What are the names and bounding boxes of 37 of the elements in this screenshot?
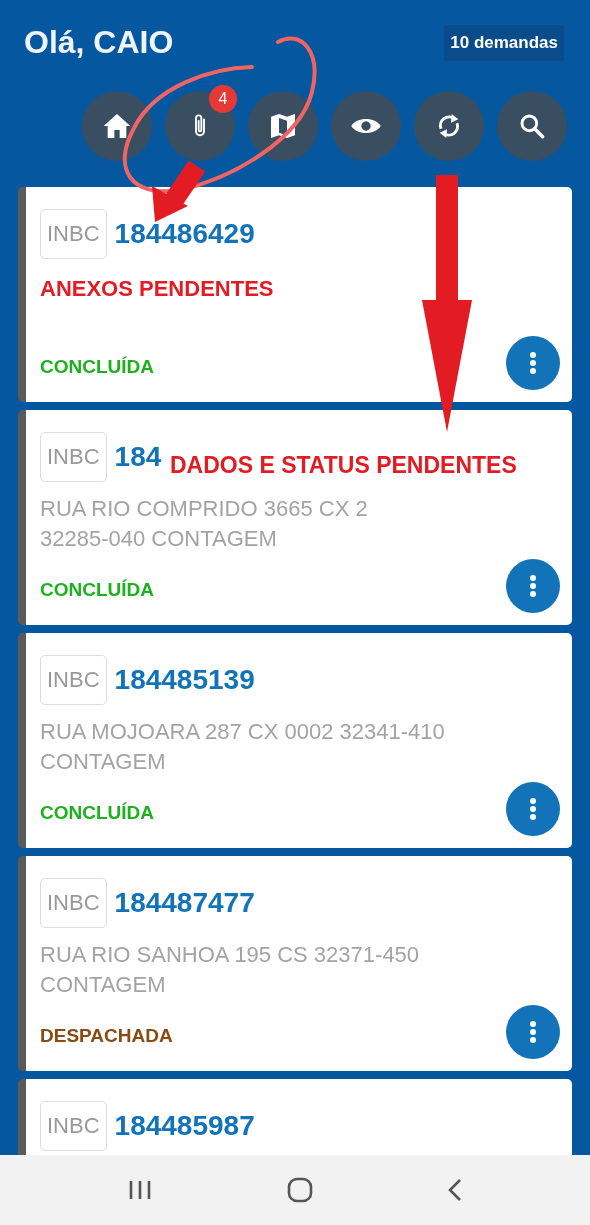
address-text: RUA RIO COMPRIDO 3665 CX 2 32285-040 CONTAGEM bbox=[40, 495, 369, 553]
map-button[interactable] bbox=[248, 91, 318, 161]
more-button[interactable] bbox=[506, 559, 560, 613]
back-icon[interactable] bbox=[447, 1178, 463, 1202]
order-card[interactable]: INBC 184485987 bbox=[18, 1079, 572, 1155]
type-tag: INBC bbox=[40, 209, 107, 259]
more-button[interactable] bbox=[506, 1005, 560, 1059]
count-badge: 4 bbox=[209, 85, 237, 113]
type-tag: INBC bbox=[40, 878, 107, 928]
address-text: RUA RIO SANHOA 195 CS 32371-450 CONTAGEM bbox=[40, 941, 421, 999]
order-card[interactable]: INBC 184485139 RUA MOJOARA 287 CX 0002 32341-410 CONTAGEM CONCLUÍDA bbox=[18, 633, 572, 848]
address-text: RUA MOJOARA 287 CX 0002 32341-410 CONTAGEM bbox=[40, 718, 446, 776]
order-number: 184485139 bbox=[114, 664, 255, 696]
greeting-title: Olá, CAIO bbox=[24, 24, 174, 61]
more-icon bbox=[529, 797, 537, 821]
more-icon bbox=[529, 574, 537, 598]
more-button[interactable] bbox=[506, 782, 560, 836]
arrow bbox=[152, 160, 206, 222]
type-tag: INBC bbox=[40, 1101, 107, 1151]
type-tag: INBC bbox=[40, 432, 107, 482]
order-number: 184486429 bbox=[114, 218, 255, 250]
status-label: CONCLUÍDA bbox=[40, 579, 154, 601]
more-icon bbox=[529, 1020, 537, 1044]
more-icon bbox=[529, 351, 537, 375]
status-label: CONCLUÍDA bbox=[40, 356, 154, 378]
demand-count-badge: 10 demandas bbox=[444, 24, 564, 61]
order-number: 184487477 bbox=[114, 887, 255, 919]
type-tag: INBC bbox=[40, 655, 107, 705]
home-nav-icon[interactable] bbox=[287, 1177, 313, 1203]
order-number: 184 bbox=[114, 441, 162, 473]
status-label: DESPACHADA bbox=[40, 1025, 173, 1047]
attachment-button[interactable] bbox=[165, 91, 235, 161]
more-button[interactable] bbox=[506, 336, 560, 390]
status-label: CONCLUÍDA bbox=[40, 802, 154, 824]
order-number: 184485987 bbox=[114, 1110, 255, 1142]
recent-apps-icon[interactable] bbox=[127, 1179, 153, 1201]
order-card[interactable]: INBC 184487477 RUA RIO SANHOA 195 CS 32371-450 CONTAGEM DESPACHADA bbox=[18, 856, 572, 1071]
